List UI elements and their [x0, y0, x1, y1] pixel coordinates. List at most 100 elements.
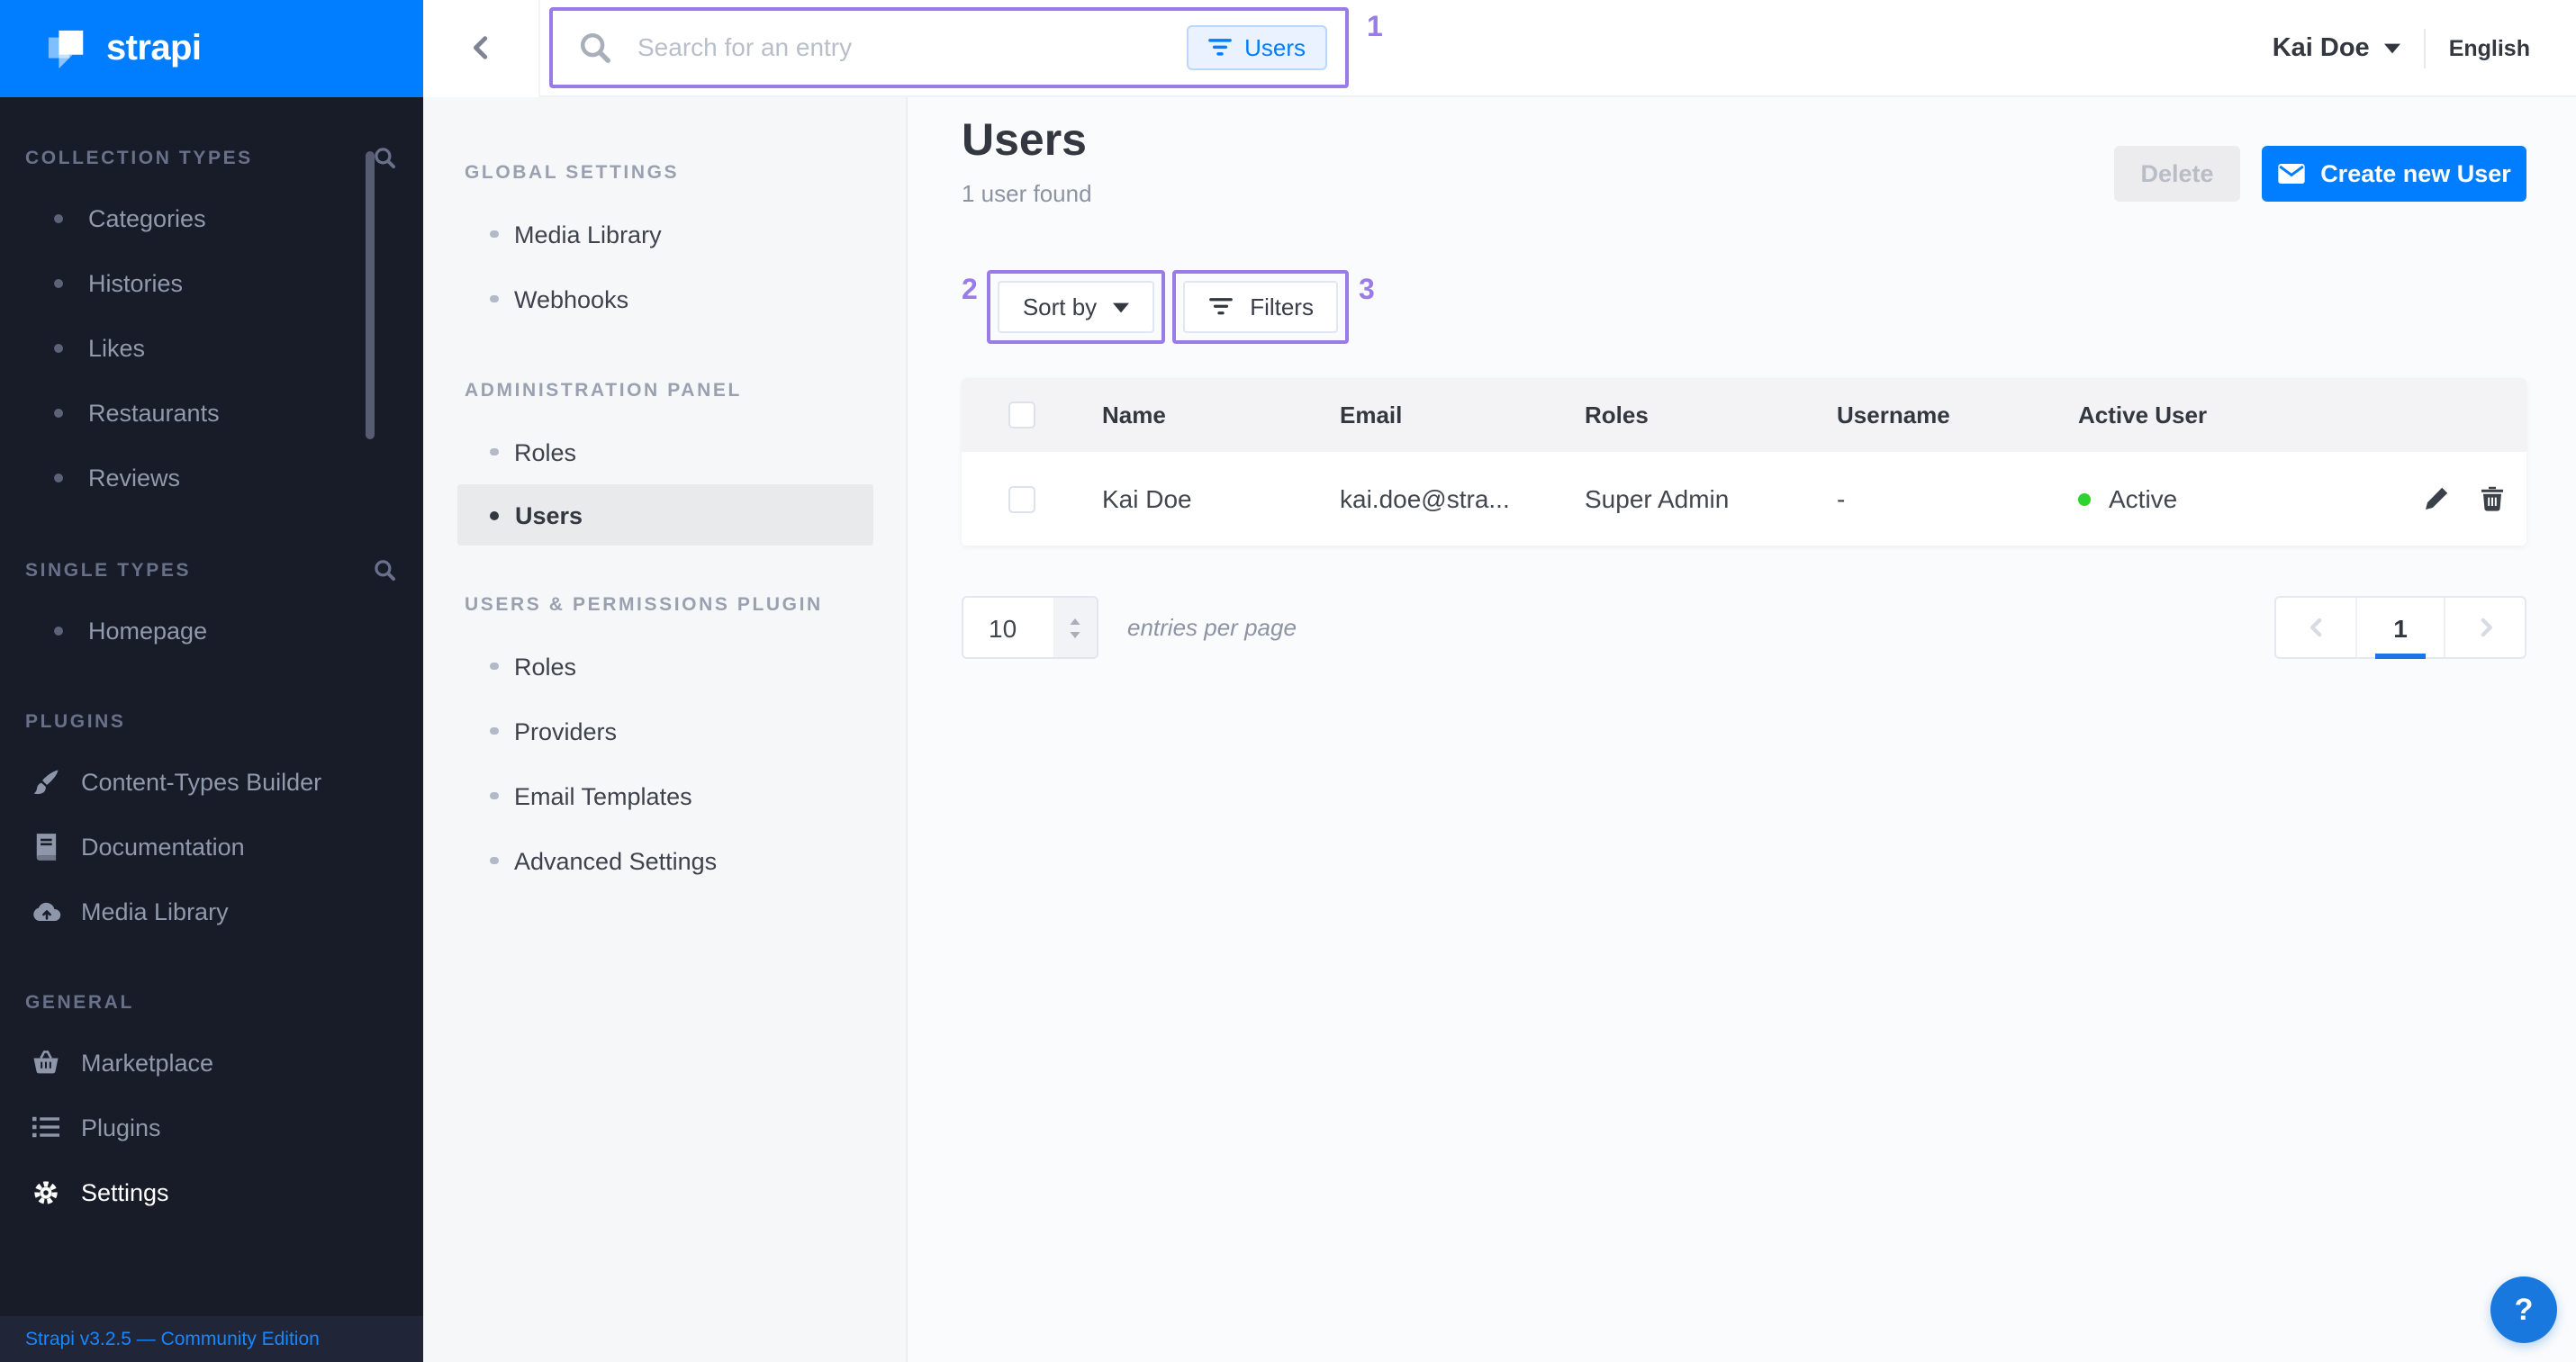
settings-item-providers[interactable]: Providers	[423, 699, 906, 763]
search-zone: Users 1	[540, 0, 2273, 96]
main-sidebar: strapi COLLECTION TYPES Categories Histo…	[0, 0, 423, 1362]
bullet-icon	[54, 213, 63, 222]
gear-icon	[31, 1178, 61, 1205]
search-icon	[578, 30, 612, 64]
strapi-admin-app: strapi COLLECTION TYPES Categories Histo…	[0, 0, 2576, 1362]
sidebar-item-homepage[interactable]: Homepage	[0, 598, 423, 663]
prev-page-button[interactable]	[2276, 598, 2355, 657]
settings-item-webhooks[interactable]: Webhooks	[423, 266, 906, 331]
settings-item-media-library[interactable]: Media Library	[423, 202, 906, 266]
language-selector[interactable]: English	[2449, 35, 2530, 60]
cell-name: Kai Doe	[1102, 484, 1340, 513]
sidebar-item-categories[interactable]: Categories	[0, 185, 423, 250]
header-actions: Delete Create new User	[2114, 146, 2526, 202]
sidebar-item-marketplace[interactable]: Marketplace	[0, 1030, 423, 1095]
search-filter-tag[interactable]: Users	[1187, 24, 1327, 69]
bullet-icon	[490, 510, 499, 519]
caret-down-icon	[2384, 42, 2400, 53]
sidebar-item-plugins[interactable]: Plugins	[0, 1095, 423, 1159]
chevron-left-icon	[2304, 616, 2327, 639]
search-input[interactable]	[634, 31, 1165, 63]
bullet-icon	[490, 663, 498, 671]
divider	[2424, 28, 2426, 68]
row-checkbox[interactable]	[1008, 485, 1035, 512]
annotation-number-3: 3	[1359, 275, 1375, 308]
annotation-box-search: Users	[549, 6, 1349, 87]
table-footer: 10 entries per page 1	[962, 596, 2526, 659]
bullet-icon	[490, 295, 498, 303]
next-page-button[interactable]	[2445, 598, 2525, 657]
current-page-underline	[2375, 654, 2426, 659]
settings-item-up-roles[interactable]: Roles	[423, 634, 906, 699]
cell-status: Active	[2078, 484, 2424, 513]
user-menu: Kai Doe English	[2273, 28, 2530, 68]
sidebar-item-documentation[interactable]: Documentation	[0, 814, 423, 879]
settings-sidebar: GLOBAL SETTINGS Media Library Webhooks A…	[423, 97, 908, 1362]
paintbrush-icon	[31, 768, 61, 795]
cell-roles: Super Admin	[1585, 484, 1837, 513]
sidebar-item-restaurants[interactable]: Restaurants	[0, 380, 423, 445]
help-button[interactable]: ?	[2490, 1276, 2557, 1343]
filter-funnel-icon	[1208, 297, 1234, 317]
sidebar-item-histories[interactable]: Histories	[0, 250, 423, 315]
delete-button[interactable]: Delete	[2114, 146, 2240, 202]
current-page[interactable]: 1	[2355, 598, 2445, 657]
users-table: Name Email Roles Username Active User Ka…	[962, 378, 2526, 546]
col-roles: Roles	[1585, 401, 1837, 428]
col-email: Email	[1340, 401, 1585, 428]
entries-per-page-select[interactable]: 10	[962, 596, 1098, 659]
sort-by-button[interactable]: Sort by	[998, 281, 1154, 333]
settings-item-advanced-settings[interactable]: Advanced Settings	[423, 828, 906, 893]
main-content: Users 1 user found Delete Create new Use…	[908, 97, 2576, 1362]
filters-button[interactable]: Filters	[1183, 281, 1339, 333]
brand-name: strapi	[106, 28, 201, 69]
search-icon[interactable]	[373, 146, 396, 169]
book-icon	[31, 833, 61, 860]
basket-icon	[31, 1050, 61, 1075]
envelope-icon	[2277, 164, 2304, 184]
table-row[interactable]: Kai Doe kai.doe@stra... Super Admin - Ac…	[962, 452, 2526, 546]
filter-funnel-icon	[1208, 37, 1232, 57]
section-collection-types: COLLECTION TYPES	[25, 146, 396, 169]
bullet-icon	[54, 473, 63, 482]
bullet-icon	[490, 230, 498, 239]
table-toolbar: 2 Sort by Filters 3	[962, 270, 1375, 344]
stepper-arrows-icon[interactable]	[1053, 598, 1097, 657]
sidebar-item-reviews[interactable]: Reviews	[0, 445, 423, 510]
annotation-box-filters: Filters	[1172, 270, 1350, 344]
sidebar-item-media-library[interactable]: Media Library	[0, 879, 423, 943]
sidebar-item-settings[interactable]: Settings	[0, 1159, 423, 1224]
col-active-user: Active User	[2078, 401, 2424, 428]
active-status-dot	[2078, 492, 2091, 505]
section-global-settings: GLOBAL SETTINGS	[423, 97, 906, 184]
edit-pencil-icon[interactable]	[2424, 486, 2449, 511]
settings-item-admin-users[interactable]: Users	[457, 484, 873, 546]
annotation-number-1: 1	[1367, 12, 1383, 44]
settings-item-email-templates[interactable]: Email Templates	[423, 763, 906, 828]
page-subtitle: 1 user found	[962, 180, 1092, 207]
row-actions	[2424, 486, 2503, 511]
user-dropdown[interactable]: Kai Doe	[2273, 33, 2400, 62]
create-new-user-button[interactable]: Create new User	[2262, 146, 2526, 202]
search-icon[interactable]	[373, 558, 396, 582]
col-username: Username	[1837, 401, 2078, 428]
select-all-checkbox[interactable]	[1008, 401, 1035, 428]
bullet-icon	[54, 626, 63, 635]
sidebar-item-content-types-builder[interactable]: Content-Types Builder	[0, 749, 423, 814]
section-users-permissions-plugin: USERS & PERMISSIONS PLUGIN	[423, 594, 906, 616]
back-button[interactable]	[423, 0, 540, 96]
cloud-upload-icon	[31, 900, 61, 922]
strapi-logo[interactable]: strapi	[0, 0, 423, 97]
annotation-number-2: 2	[962, 275, 978, 308]
delete-trash-icon[interactable]	[2481, 486, 2503, 511]
version-footer[interactable]: Strapi v3.2.5 — Community Edition	[0, 1316, 423, 1362]
sidebar-scrollbar[interactable]	[366, 151, 375, 439]
settings-item-admin-roles[interactable]: Roles	[423, 419, 906, 484]
col-name: Name	[1102, 401, 1340, 428]
entries-per-page-label: entries per page	[1127, 614, 1297, 641]
sidebar-item-likes[interactable]: Likes	[0, 315, 423, 380]
bullet-icon	[490, 727, 498, 735]
bullet-icon	[490, 857, 498, 865]
pagination: 1	[2274, 596, 2526, 659]
bullet-icon	[490, 448, 498, 456]
